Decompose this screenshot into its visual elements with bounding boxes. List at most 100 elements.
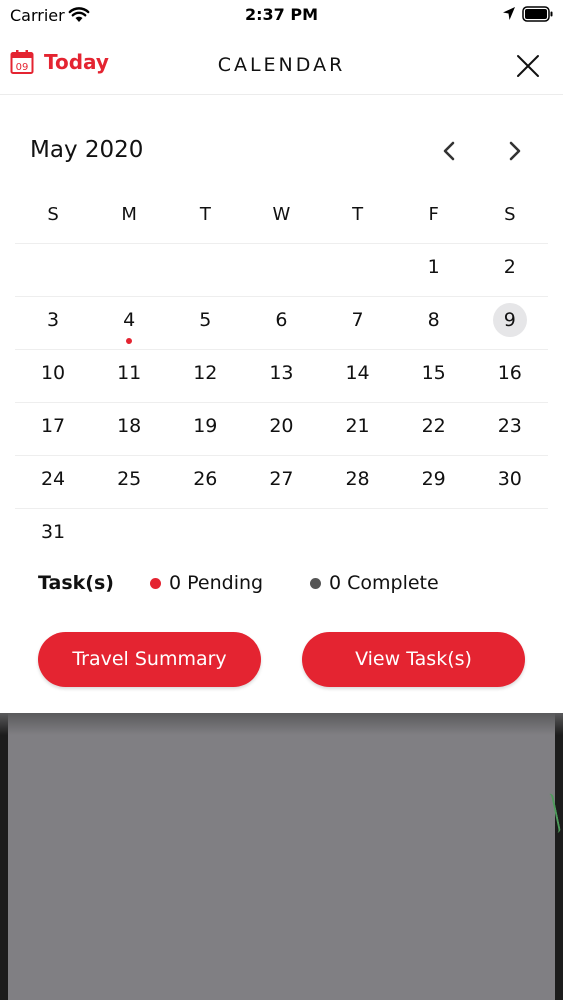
chevron-left-icon[interactable] — [436, 136, 462, 166]
calendar-day-number: 20 — [269, 415, 294, 437]
calendar-day[interactable]: 25 — [91, 456, 167, 508]
calendar-day[interactable]: 29 — [396, 456, 472, 508]
calendar-day-number: 28 — [345, 468, 370, 490]
calendar-day[interactable]: 28 — [320, 456, 396, 508]
calendar-day-number: 2 — [503, 256, 516, 278]
calendar-day-number: 22 — [421, 415, 446, 437]
calendar-day-number: 4 — [123, 309, 136, 331]
calendar-day-number: 10 — [40, 362, 66, 384]
calendar-day-number: 18 — [117, 415, 142, 437]
calendar-day-empty — [320, 244, 396, 296]
calendar-day[interactable]: 30 — [472, 456, 548, 508]
calendar-day-empty — [396, 509, 472, 562]
chevron-right-icon[interactable] — [502, 136, 528, 166]
location-arrow-icon — [503, 7, 515, 20]
calendar-day[interactable]: 8 — [396, 297, 472, 349]
calendar-day[interactable]: 6 — [243, 297, 319, 349]
calendar-day[interactable]: 16 — [472, 350, 548, 402]
complete-label: 0 Complete — [329, 572, 439, 594]
view-tasks-button[interactable]: View Task(s) — [302, 632, 525, 687]
calendar-day-number: 11 — [117, 362, 142, 384]
calendar-day[interactable]: 14 — [320, 350, 396, 402]
calendar-day-number: 6 — [275, 309, 288, 331]
travel-summary-button[interactable]: Travel Summary — [38, 632, 261, 687]
complete-dot — [310, 577, 321, 589]
weekday-wed: W — [272, 204, 291, 225]
pending-dot — [150, 577, 161, 589]
calendar-day-number: 7 — [351, 309, 364, 331]
calendar-week-row: 3 4 5 6 7 8 9 — [15, 297, 548, 350]
calendar-day[interactable]: 2 — [472, 244, 548, 296]
calendar-day[interactable]: 22 — [396, 403, 472, 455]
legend-complete: 0 Complete — [310, 572, 439, 594]
calendar-day-number: 1 — [427, 256, 440, 278]
calendar-week-row: 10 11 12 13 14 15 16 — [15, 350, 548, 403]
calendar-day-number: 14 — [345, 362, 370, 384]
backdrop-content — [8, 713, 555, 1000]
calendar-day-number: 15 — [421, 362, 446, 384]
calendar-day[interactable]: 9 — [472, 297, 548, 349]
calendar-day-empty — [243, 244, 319, 296]
calendar-day[interactable]: 7 — [320, 297, 396, 349]
calendar-day[interactable]: 5 — [167, 297, 243, 349]
calendar-day[interactable]: 4 — [91, 297, 167, 349]
calendar-day-empty — [243, 509, 319, 562]
calendar-day[interactable]: 19 — [167, 403, 243, 455]
calendar-day-number: 17 — [40, 415, 66, 437]
calendar-day-number: 3 — [47, 309, 60, 331]
calendar-day[interactable]: 20 — [243, 403, 319, 455]
legend-pending: 0 Pending — [150, 572, 263, 594]
calendar-day[interactable]: 27 — [243, 456, 319, 508]
calendar-day[interactable]: 17 — [15, 403, 91, 455]
calendar-day[interactable]: 23 — [472, 403, 548, 455]
header: 09 Today CALENDAR — [0, 32, 563, 95]
calendar-day-number: 31 — [40, 521, 66, 543]
status-time: 2:37 PM — [244, 5, 318, 24]
calendar-day-number: 5 — [199, 309, 212, 331]
weekday-sun: S — [47, 204, 59, 225]
calendar-day[interactable]: 31 — [15, 509, 91, 562]
calendar-day-empty — [472, 509, 548, 562]
calendar-day[interactable]: 13 — [243, 350, 319, 402]
battery-icon — [522, 6, 553, 22]
status-bar: Carrier 2:37 PM — [0, 0, 563, 32]
calendar-day-number: 25 — [117, 468, 142, 490]
close-icon[interactable] — [512, 50, 544, 82]
calendar-day-empty — [320, 509, 396, 562]
calendar-week-row: 31 — [15, 509, 548, 562]
calendar-day-empty — [167, 509, 243, 562]
calendar-day[interactable]: 11 — [91, 350, 167, 402]
calendar-day[interactable]: 1 — [396, 244, 472, 296]
calendar-day[interactable]: 21 — [320, 403, 396, 455]
pending-label: 0 Pending — [169, 572, 264, 594]
event-dot — [126, 338, 133, 344]
calendar-day-empty — [167, 244, 243, 296]
backdrop — [0, 713, 563, 1000]
calendar-sheet: Carrier 2:37 PM 09 Today CALENDAR May 20… — [0, 0, 563, 713]
calendar-day-number: 27 — [269, 468, 294, 490]
weekday-tue: T — [199, 204, 211, 225]
calendar-day-number: 26 — [193, 468, 218, 490]
weekday-thu: T — [352, 204, 364, 225]
calendar-week-row: 24 25 26 27 28 29 30 — [15, 456, 548, 509]
calendar-day[interactable]: 18 — [91, 403, 167, 455]
calendar-day-number: 21 — [345, 415, 370, 437]
calendar-day-number: 23 — [497, 415, 522, 437]
calendar-weeks: 1 2 3 4 5 6 7 8 9 10 11 12 13 14 15 16 17 18 19 20 21 22 23 24 2… — [15, 244, 548, 562]
month-label: May 2020 — [30, 137, 144, 163]
calendar-day-number: 13 — [269, 362, 294, 384]
weekday-header: S M T W T F S — [15, 190, 548, 244]
calendar-day[interactable]: 24 — [15, 456, 91, 508]
weekday-mon: M — [121, 204, 137, 225]
task-legend: Task(s) 0 Pending 0 Complete — [38, 572, 538, 598]
calendar-day-number: 19 — [193, 415, 218, 437]
calendar-day[interactable]: 12 — [167, 350, 243, 402]
weekday-sat: S — [504, 204, 516, 225]
calendar-day[interactable]: 10 — [15, 350, 91, 402]
weekday-fri: F — [428, 204, 439, 225]
calendar-day[interactable]: 3 — [15, 297, 91, 349]
calendar-day[interactable]: 26 — [167, 456, 243, 508]
calendar-grid: S M T W T F S 1 2 3 4 5 6 7 8 9 10 11 12 13 14 15 16 17 1… — [15, 190, 548, 562]
calendar-day[interactable]: 15 — [396, 350, 472, 402]
calendar-day-empty — [91, 244, 167, 296]
